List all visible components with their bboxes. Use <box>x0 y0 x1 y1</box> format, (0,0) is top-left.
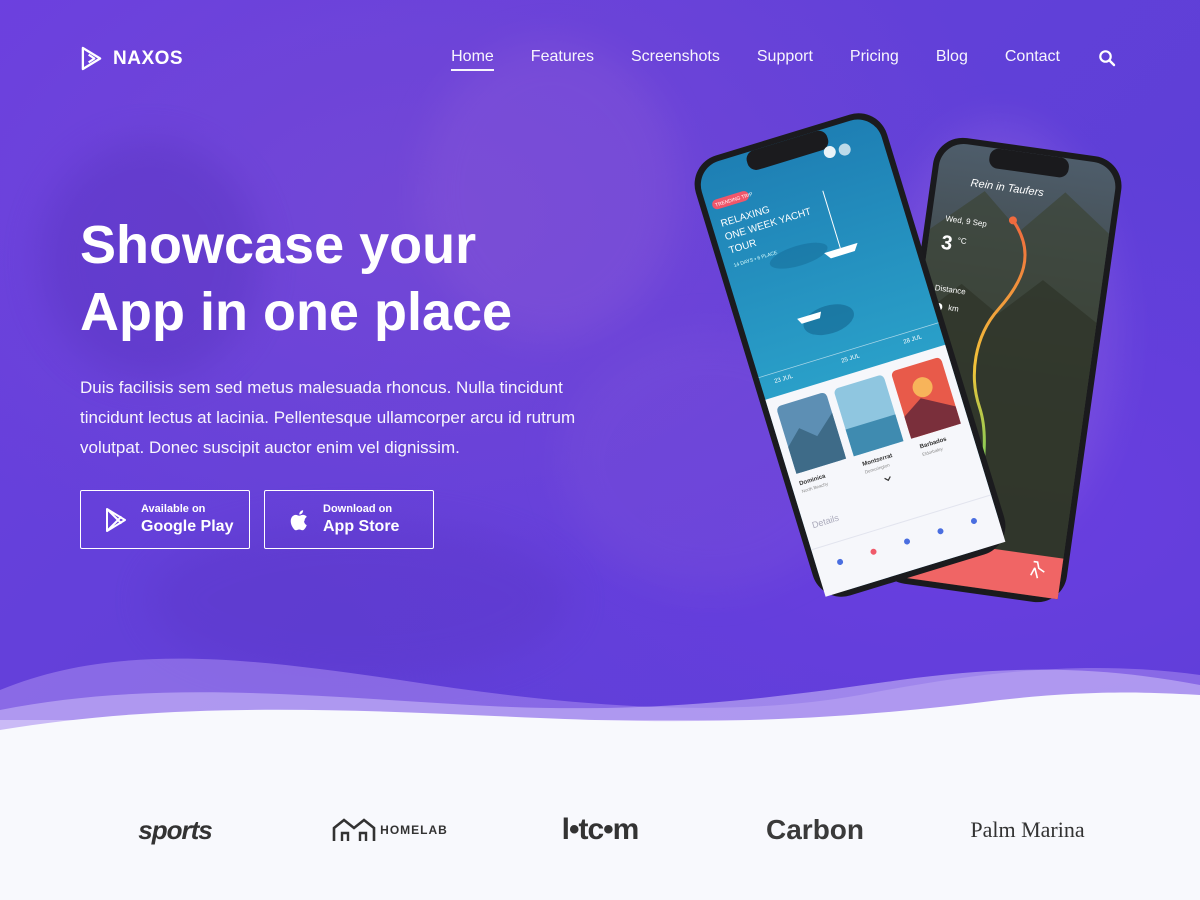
main-menu: Home Features Screenshots Support Pricin… <box>414 48 1116 71</box>
brand-logo-carbon[interactable]: Carbon <box>745 790 885 870</box>
brand-carbon: Carbon <box>766 814 864 845</box>
brand-palm-marina: Palm Marina <box>970 817 1085 842</box>
brand-homelab: HOMELAB <box>380 823 448 837</box>
headline-line-1: Showcase your <box>80 215 477 275</box>
nav-blog[interactable]: Blog <box>936 48 968 66</box>
nav-home[interactable]: Home <box>451 48 494 71</box>
trail-distance-unit: km <box>948 303 960 313</box>
apple-icon <box>290 509 307 530</box>
brand-logo-palm-marina[interactable]: Palm Marina <box>955 790 1100 870</box>
brand-sports: sports <box>138 814 212 845</box>
hero-headline: Showcase your App in one place <box>80 212 640 346</box>
google-play-small-label: Available on <box>141 502 206 515</box>
hero-wave-divider <box>0 658 1200 760</box>
hero-description: Duis facilisis sem sed metus malesuada r… <box>80 378 576 457</box>
headline-line-2: App in one place <box>80 282 513 342</box>
google-play-button[interactable]: Available on Google Play <box>80 490 250 549</box>
nav-pricing[interactable]: Pricing <box>850 48 899 66</box>
app-store-small-label: Download on <box>323 502 393 515</box>
navbar: NAXOS Home Features Screenshots Support … <box>0 0 1200 116</box>
brand-ltcom: l•tc•m <box>561 813 640 846</box>
trail-temp-unit: °C <box>957 236 967 246</box>
nav-support[interactable]: Support <box>757 48 813 66</box>
brand-logo-sports[interactable]: sports <box>110 790 240 870</box>
brand-logo[interactable]: NAXOS <box>80 46 183 71</box>
brand-logo-ltcom[interactable]: l•tc•m <box>530 790 670 870</box>
phone-mockups: Rein in Taufers Wed, 9 Sep 3 °C Distance… <box>694 113 1122 603</box>
nav-features[interactable]: Features <box>531 48 594 66</box>
search-icon[interactable] <box>1098 49 1116 67</box>
app-store-label: App Store <box>323 517 400 535</box>
brand-logo-homelab[interactable]: HOMELAB <box>320 790 460 870</box>
partner-logos: sports HOMELAB l•tc•m Carbon Palm Marina <box>0 790 1200 870</box>
brand-name: NAXOS <box>113 47 184 69</box>
logo-icon <box>81 46 102 71</box>
google-play-label: Google Play <box>141 517 234 535</box>
nav-screenshots[interactable]: Screenshots <box>631 48 720 66</box>
google-play-icon <box>106 507 126 532</box>
house-icon <box>332 818 376 841</box>
nav-contact[interactable]: Contact <box>1005 48 1060 66</box>
app-store-button[interactable]: Download on App Store <box>264 490 434 549</box>
